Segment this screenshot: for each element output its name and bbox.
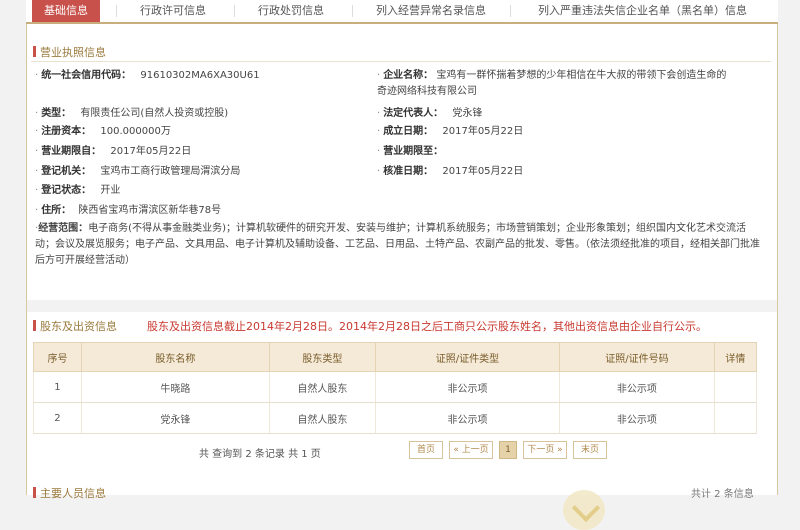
col-header-name: 股东名称	[80, 342, 270, 372]
col-header-id-no: 证照/证件号码	[558, 342, 715, 372]
cell-type: 自然人股东	[268, 371, 376, 403]
col-header-no: 序号	[33, 342, 82, 372]
cell-no: 2	[33, 402, 82, 434]
tab-separator	[116, 5, 117, 17]
section-gap	[27, 300, 777, 312]
cell-detail[interactable]	[713, 402, 758, 434]
field-status: · 登记状态： 开业	[35, 185, 121, 196]
tab-separator	[234, 5, 235, 17]
cell-id-no: 非公示项	[558, 402, 715, 434]
watermark-logo-icon	[563, 490, 605, 530]
table-header-row: 序号 股东名称 股东类型 证照/证件类型 证照/证件号码 详情	[33, 342, 758, 372]
col-header-detail: 详情	[713, 342, 758, 372]
tab-bar: 基础信息 行政许可信息 行政处罚信息 列入经营异常名录信息 列入严重违法失信企业…	[26, 0, 778, 24]
cell-name: 党永锋	[80, 402, 270, 434]
tab-admin-penalty[interactable]: 行政处罚信息	[258, 0, 324, 22]
cell-id-type: 非公示项	[374, 371, 560, 403]
tab-separator	[352, 5, 353, 17]
field-founded: · 成立日期： 2017年05月22日	[377, 126, 524, 137]
section-heading-license: 营业执照信息	[33, 44, 106, 60]
field-legal-rep: · 法定代表人： 党永锋	[377, 108, 483, 119]
cell-no: 1	[33, 371, 82, 403]
table-row: 2 党永锋 自然人股东 非公示项 非公示项	[33, 402, 758, 434]
cell-type: 自然人股东	[268, 402, 376, 434]
pager-current-page[interactable]: 1	[499, 441, 517, 459]
cell-detail[interactable]	[713, 371, 758, 403]
tab-blacklist[interactable]: 列入严重违法失信企业名单（黑名单）信息	[538, 0, 747, 22]
tab-basic-info[interactable]: 基础信息	[32, 0, 100, 22]
col-header-id-type: 证照/证件类型	[374, 342, 560, 372]
section-heading-shareholders: 股东及出资信息	[33, 318, 117, 334]
col-header-type: 股东类型	[268, 342, 376, 372]
pager-last-button[interactable]: 末页	[573, 441, 607, 459]
tab-admin-license[interactable]: 行政许可信息	[140, 0, 206, 22]
shareholder-table: 序号 股东名称 股东类型 证照/证件类型 证照/证件号码 详情 1 牛晓路 自然…	[33, 342, 758, 434]
field-credit-code: · 统一社会信用代码： 91610302MA6XA30U61	[35, 70, 260, 81]
field-authority: · 登记机关： 宝鸡市工商行政管理局渭滨分局	[35, 166, 241, 177]
content-panel: 营业执照信息 · 统一社会信用代码： 91610302MA6XA30U61 · 企业…	[26, 24, 778, 530]
field-address: · 住所： 陕西省宝鸡市渭滨区新华巷78号	[35, 205, 222, 216]
table-row: 1 牛晓路 自然人股东 非公示项 非公示项	[33, 371, 758, 403]
key-personnel-count: 共计 2 条信息	[691, 489, 754, 500]
field-business-scope: ·经营范围：电子商务(不得从事金融类业务)；计算机软硬件的研究开发、安装与维护；…	[35, 223, 760, 266]
field-capital: · 注册资本： 100.000000万	[35, 126, 171, 137]
field-type: · 类型： 有限责任公司(自然人投资或控股)	[35, 108, 229, 119]
tab-abnormal-list[interactable]: 列入经营异常名录信息	[376, 0, 486, 22]
cell-id-no: 非公示项	[558, 371, 715, 403]
divider	[31, 61, 771, 62]
field-company-name: · 企业名称： 宝鸡有一群怀揣着梦想的少年相信在牛大叔的带领下会创造生命的 奇迹网…	[377, 70, 727, 97]
field-term-to: · 营业期限至：	[377, 146, 444, 157]
field-term-from: · 营业期限自： 2017年05月22日	[35, 146, 192, 157]
pager-prev-button[interactable]: « 上一页	[449, 441, 493, 459]
field-approved: · 核准日期： 2017年05月22日	[377, 166, 524, 177]
pager-summary: 共 查询到 2 条记录 共 1 页	[199, 449, 321, 460]
tab-separator	[510, 5, 511, 17]
pager-next-button[interactable]: 下一页 »	[523, 441, 567, 459]
cell-id-type: 非公示项	[374, 402, 560, 434]
cell-name: 牛晓路	[80, 371, 270, 403]
shareholder-notice: 股东及出资信息截止2014年2月28日。2014年2月28日之后工商只公示股东姓…	[147, 320, 707, 333]
section-heading-key-personnel: 主要人员信息	[33, 485, 106, 501]
pager-first-button[interactable]: 首页	[409, 441, 443, 459]
